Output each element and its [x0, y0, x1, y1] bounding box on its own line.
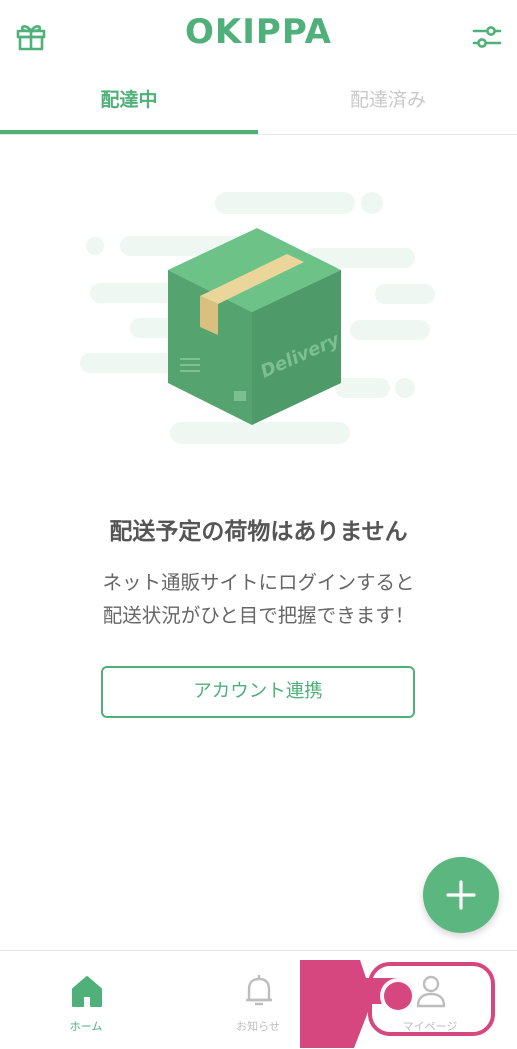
- plus-icon: [446, 880, 476, 910]
- tab-active-indicator: [0, 130, 258, 134]
- tab-in-delivery[interactable]: 配達中: [0, 72, 258, 132]
- empty-state-description-line2: 配送状況がひと目で把握できます！: [102, 604, 415, 627]
- link-account-button[interactable]: アカウント連携: [101, 666, 415, 718]
- pointing-hand-icon: [300, 960, 416, 1048]
- bell-icon: [246, 975, 272, 1006]
- empty-state-title: 配送予定の荷物はありません: [109, 519, 408, 545]
- tab-bar: 配達中 配達済み: [0, 72, 517, 135]
- filter-sliders-icon[interactable]: [470, 20, 504, 54]
- tab-delivered[interactable]: 配達済み: [259, 72, 517, 132]
- empty-state-description-line1: ネット通販サイトにログインすると: [102, 571, 415, 594]
- delivery-box-illustration: Delivery: [80, 192, 435, 444]
- app-logo: OKIPPA: [185, 12, 332, 52]
- app-header: OKIPPA: [0, 0, 517, 72]
- nav-item-home[interactable]: ホーム: [0, 951, 172, 1049]
- empty-state-description: ネット通販サイトにログインすると 配送状況がひと目で把握できます！: [0, 566, 517, 632]
- nav-label-home: ホーム: [69, 1020, 103, 1033]
- home-icon: [72, 976, 102, 1007]
- add-package-button[interactable]: [423, 857, 499, 933]
